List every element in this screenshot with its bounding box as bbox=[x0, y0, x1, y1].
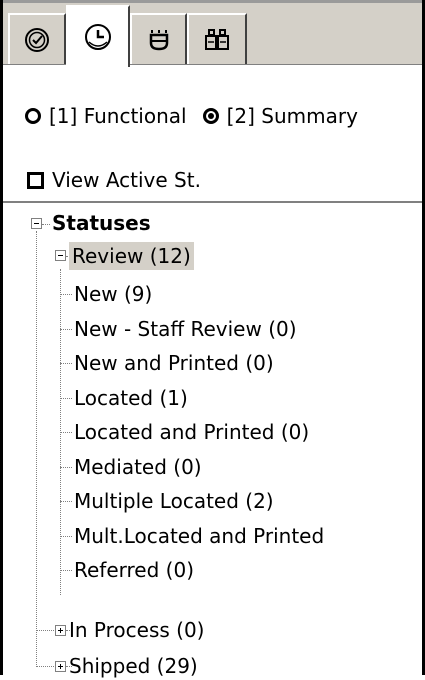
tree-connector bbox=[60, 363, 72, 364]
clock-icon bbox=[83, 22, 113, 52]
tree-connector bbox=[60, 328, 72, 330]
in-process-expand-toggle[interactable] bbox=[55, 625, 66, 636]
view-active-checkbox[interactable] bbox=[27, 171, 44, 189]
tree-node-status-item[interactable]: Mult.Located and Printed bbox=[74, 522, 324, 550]
status-tree: Statuses Review (12) New (9) New - Staff … bbox=[3, 205, 422, 678]
tree-connector bbox=[60, 294, 72, 295]
tree-node-shipped[interactable]: Shipped (29) bbox=[69, 652, 198, 680]
view-active-label[interactable]: View Active St. bbox=[52, 168, 201, 192]
tree-node-status-item[interactable]: New (9) bbox=[74, 280, 152, 308]
summary-panel: [1] Functional [2] Summary View Active S… bbox=[3, 67, 422, 678]
radio-functional-label[interactable]: [1] Functional bbox=[49, 104, 187, 128]
radio-summary[interactable] bbox=[202, 108, 219, 124]
tree-connector bbox=[42, 224, 50, 225]
tree-connector bbox=[36, 630, 56, 631]
status-panel-window: [1] Functional [2] Summary View Active S… bbox=[0, 0, 425, 678]
tree-connector bbox=[60, 466, 72, 468]
tree-node-status-item[interactable]: Mediated (0) bbox=[74, 453, 202, 481]
view-active-row: View Active St. bbox=[27, 165, 201, 195]
radio-functional[interactable] bbox=[25, 108, 41, 124]
tree-connector bbox=[60, 501, 72, 502]
tree-guide-root bbox=[36, 231, 37, 667]
tab-strip bbox=[3, 3, 422, 67]
tree-connector bbox=[36, 666, 56, 667]
tab-trophy-view[interactable] bbox=[130, 13, 187, 65]
tree-node-in-process[interactable]: In Process (0) bbox=[69, 616, 205, 644]
view-mode-radio-group: [1] Functional [2] Summary bbox=[25, 100, 358, 132]
tree-connector bbox=[60, 535, 72, 537]
clock-check-icon bbox=[23, 26, 51, 54]
tree-node-status-item[interactable]: Referred (0) bbox=[74, 556, 194, 584]
tree-node-status-item[interactable]: Located and Printed (0) bbox=[74, 418, 309, 446]
review-collapse-toggle[interactable] bbox=[55, 250, 66, 261]
tab-functional-view[interactable] bbox=[8, 13, 66, 65]
tree-node-statuses[interactable]: Statuses bbox=[52, 209, 151, 237]
tab-summary-view[interactable] bbox=[66, 5, 130, 67]
radio-selected-dot bbox=[207, 113, 214, 119]
tree-node-status-item[interactable]: Located (1) bbox=[74, 384, 188, 412]
cup-icon bbox=[148, 27, 170, 53]
tree-connector bbox=[60, 432, 72, 433]
tree-node-status-item[interactable]: Multiple Located (2) bbox=[74, 487, 274, 515]
tree-node-status-item[interactable]: New - Staff Review (0) bbox=[74, 315, 297, 343]
tree-node-review[interactable]: Review (12) bbox=[69, 242, 194, 270]
tree-connector bbox=[60, 570, 72, 571]
statuses-collapse-toggle[interactable] bbox=[31, 218, 42, 229]
shipped-expand-toggle[interactable] bbox=[55, 661, 66, 672]
binoculars-icon bbox=[204, 28, 230, 52]
tree-connector bbox=[60, 397, 72, 399]
tree-node-status-item[interactable]: New and Printed (0) bbox=[74, 349, 274, 377]
tab-search-view[interactable] bbox=[187, 13, 247, 65]
radio-summary-label[interactable]: [2] Summary bbox=[227, 104, 358, 128]
